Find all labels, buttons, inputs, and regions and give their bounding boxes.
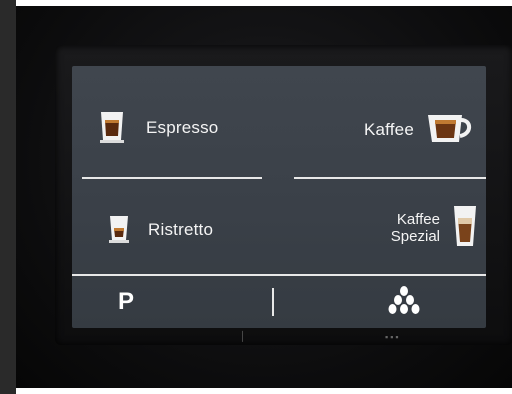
p-label: P: [118, 288, 135, 315]
divider-right: [294, 177, 486, 179]
strength-button[interactable]: [388, 284, 430, 320]
kaffee-spezial-line2: Spezial: [390, 228, 440, 245]
kaffee-button[interactable]: Kaffee: [302, 106, 472, 154]
espresso-label: Espresso: [146, 118, 219, 137]
bottom-divider: [72, 274, 486, 276]
left-edge: [0, 0, 16, 394]
bottom-bar-separator: [272, 288, 274, 316]
espresso-button[interactable]: Espresso: [98, 104, 268, 152]
bezel-indicator: │: [240, 331, 246, 341]
espresso-cup-icon: [98, 108, 126, 149]
tall-glass-icon: [452, 204, 478, 253]
kaffee-label: Kaffee: [363, 120, 414, 139]
coffee-cup-icon: [426, 110, 472, 151]
ristretto-label: Ristretto: [148, 220, 214, 239]
kaffee-spezial-line1: Kaffee: [396, 211, 440, 228]
ristretto-button[interactable]: Ristretto: [108, 206, 278, 254]
touch-screen: Espresso Kaffee Ristretto Kaffee Spezial…: [72, 66, 486, 328]
kaffee-spezial-label: Kaffee Spezial: [391, 211, 440, 245]
kaffee-spezial-button[interactable]: Kaffee Spezial: [302, 200, 478, 256]
coffee-beans-icon: [388, 285, 420, 320]
bezel-dots: ▪▪▪: [385, 332, 401, 342]
ristretto-cup-icon: [108, 213, 130, 248]
p-button[interactable]: P: [118, 282, 158, 322]
divider-left: [82, 177, 262, 179]
